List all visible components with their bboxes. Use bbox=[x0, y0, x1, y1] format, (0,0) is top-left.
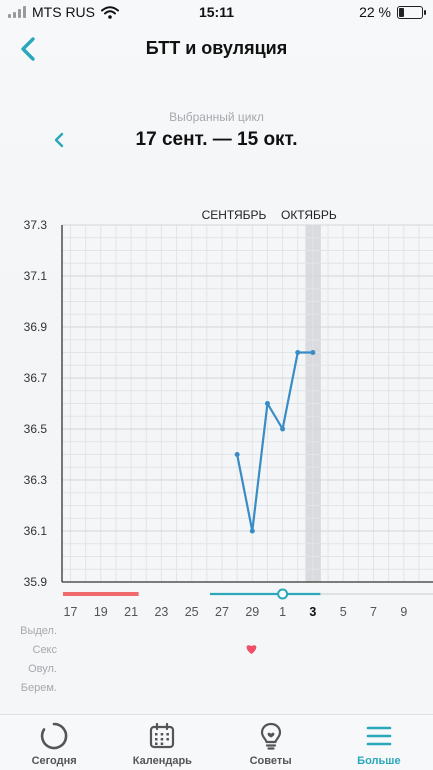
tab-calendar-label: Календарь bbox=[132, 755, 192, 767]
temperature-point bbox=[280, 426, 286, 432]
y-tick-label: 36.5 bbox=[24, 422, 48, 436]
marked-day-indicator bbox=[277, 588, 289, 600]
circle-icon bbox=[40, 722, 68, 750]
cycle-caption: Выбранный цикл bbox=[169, 110, 264, 124]
y-tick-label: 36.3 bbox=[24, 473, 48, 487]
tab-calendar[interactable]: Календарь bbox=[108, 715, 216, 770]
tab-bar: Сегодня Календарь Советы Больше bbox=[0, 714, 433, 770]
y-tick-label: 37.1 bbox=[24, 269, 48, 283]
page-title: БТТ и овуляция bbox=[145, 38, 288, 58]
x-tick-label: 27 bbox=[215, 605, 229, 619]
battery-percent: 22 % bbox=[359, 4, 391, 20]
nav-bar: БТТ и овуляция bbox=[0, 26, 433, 72]
month-label: ОКТЯБРЬ bbox=[281, 208, 337, 222]
temperature-chart[interactable]: 37.3 37.1 36.9 36.7 36.5 36.3 36.1 35.9 СЕНТЯБРЬ… bbox=[0, 200, 433, 700]
event-row-label: Овул. bbox=[28, 663, 57, 675]
x-tick-label: 17 bbox=[64, 605, 78, 619]
y-tick-label: 37.3 bbox=[24, 218, 48, 232]
temperature-point bbox=[234, 452, 240, 457]
x-tick-label: 23 bbox=[154, 605, 168, 619]
temperature-chart-svg: 37.3 37.1 36.9 36.7 36.5 36.3 36.1 35.9 СЕНТЯБРЬ… bbox=[20, 208, 433, 694]
battery-icon bbox=[397, 5, 426, 19]
temperature-point bbox=[264, 401, 270, 406]
tab-more-label: Больше bbox=[357, 755, 401, 767]
tab-tips[interactable]: Советы bbox=[217, 715, 325, 770]
y-tick-label: 36.1 bbox=[24, 524, 48, 538]
calendar-icon bbox=[150, 722, 175, 749]
tab-today[interactable]: Сегодня bbox=[0, 715, 108, 770]
cycle-range: 17 сент. — 15 окт. bbox=[135, 129, 298, 150]
event-row-label: Берем. bbox=[21, 682, 57, 694]
event-row-label: Секс bbox=[33, 644, 58, 656]
x-tick-label: 9 bbox=[400, 605, 407, 619]
heart-icon bbox=[246, 645, 257, 654]
tab-tips-label: Советы bbox=[249, 755, 292, 767]
y-tick-label: 36.7 bbox=[24, 371, 48, 385]
x-tick-label: 19 bbox=[94, 605, 108, 619]
temperature-point bbox=[249, 528, 255, 534]
menu-icon bbox=[366, 726, 392, 746]
event-row-label: Выдел. bbox=[20, 625, 57, 637]
x-tick-label: 5 bbox=[340, 605, 347, 619]
temperature-point bbox=[310, 350, 316, 355]
x-tick-label: 3 bbox=[309, 605, 316, 619]
x-tick-label: 25 bbox=[185, 605, 199, 619]
x-tick-label: 21 bbox=[124, 605, 138, 619]
month-label: СЕНТЯБРЬ bbox=[202, 208, 267, 222]
lightbulb-icon bbox=[260, 722, 281, 750]
temperature-point bbox=[295, 350, 301, 355]
status-bar: MTS RUS 15:11 22 % bbox=[0, 0, 433, 24]
status-right: 22 % bbox=[359, 4, 426, 20]
y-tick-label: 36.9 bbox=[24, 320, 48, 334]
tab-today-label: Сегодня bbox=[31, 755, 77, 767]
x-tick-label: 1 bbox=[279, 605, 286, 619]
tab-more[interactable]: Больше bbox=[325, 715, 433, 770]
y-tick-label: 35.9 bbox=[24, 575, 48, 589]
x-tick-label: 7 bbox=[370, 605, 377, 619]
x-tick-label: 29 bbox=[245, 605, 259, 619]
